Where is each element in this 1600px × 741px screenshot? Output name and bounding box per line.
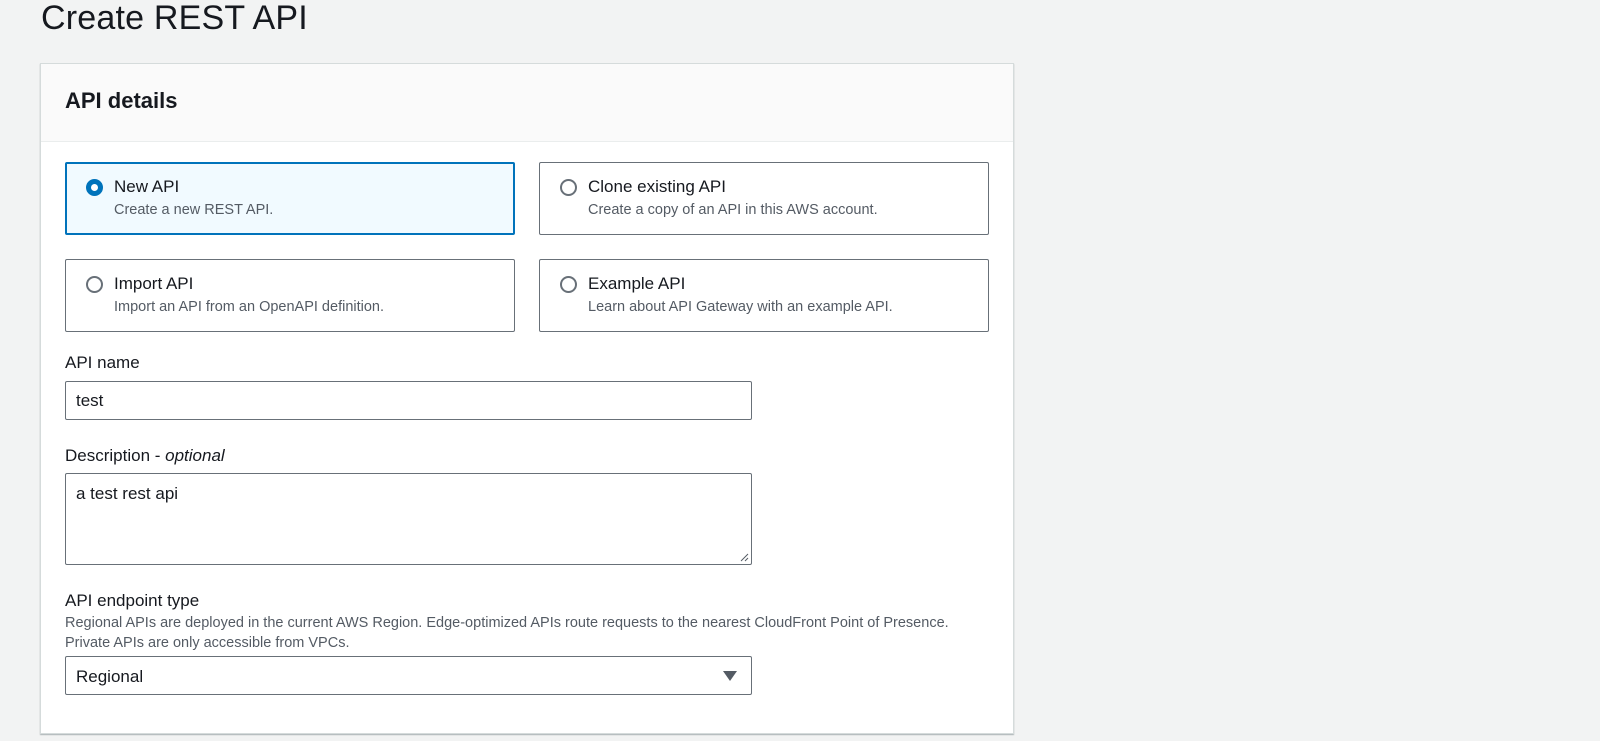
option-label: New API [114,177,180,196]
endpoint-type-select[interactable]: Regional [65,656,752,695]
option-label: Import API [114,274,194,293]
api-details-panel: API details New API Create a new REST AP… [40,63,1014,734]
api-name-label: API name [65,353,140,372]
description-label-text: Description - [65,446,166,465]
endpoint-help-line: Regional APIs are deployed in the curren… [65,615,949,631]
description-value: a test rest api [76,484,179,503]
radio-icon[interactable] [560,179,577,196]
option-label: Example API [588,274,686,293]
option-label: Clone existing API [588,177,726,196]
description-label: Description - optional [65,446,225,466]
radio-icon[interactable] [86,276,103,293]
endpoint-type-help: Regional APIs are deployed in the curren… [65,614,965,653]
option-example-api[interactable]: Example API Learn about API Gateway with… [539,259,989,332]
radio-icon[interactable] [560,276,577,293]
api-type-options: New API Create a new REST API. Clone exi… [65,162,991,332]
optional-tag: optional [165,446,225,465]
option-description: Learn about API Gateway with an example … [588,299,893,315]
option-clone-existing-api[interactable]: Clone existing API Create a copy of an A… [539,162,989,235]
option-description: Create a new REST API. [114,202,274,218]
endpoint-type-value: Regional [76,667,144,686]
resize-handle-icon[interactable] [740,553,749,562]
panel-title: API details [65,88,178,113]
option-description: Import an API from an OpenAPI definition… [114,299,385,315]
option-new-api[interactable]: New API Create a new REST API. [65,162,515,235]
caret-down-icon [723,671,737,681]
api-name-input[interactable]: test [65,381,752,420]
option-description: Create a copy of an API in this AWS acco… [588,202,878,218]
endpoint-help-line: Private APIs are only accessible from VP… [65,634,350,651]
description-textarea[interactable]: a test rest api [65,473,752,565]
radio-selected-icon[interactable] [86,179,103,196]
option-import-api[interactable]: Import API Import an API from an OpenAPI… [65,259,515,332]
endpoint-type-label: API endpoint type [65,591,200,610]
page-title: Create REST API [41,0,308,37]
panel-header: API details [41,64,1013,142]
